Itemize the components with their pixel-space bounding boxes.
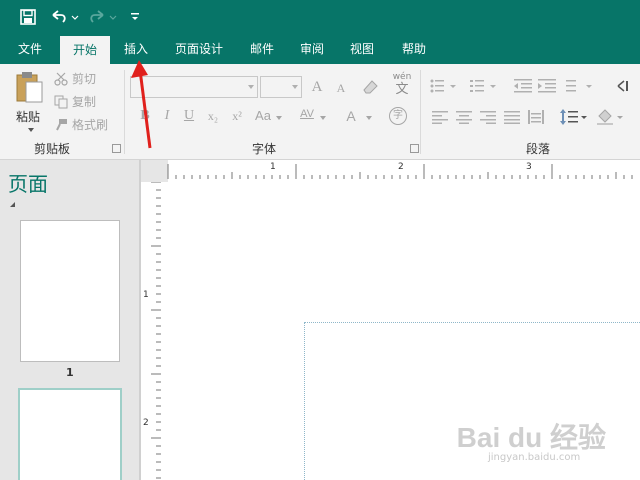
tab-review[interactable]: 审阅 — [292, 34, 332, 64]
paste-button[interactable]: 粘贴 — [14, 70, 48, 132]
sort-button[interactable] — [566, 78, 594, 97]
vertical-ruler[interactable]: 1 2 — [141, 181, 164, 480]
phonetic-guide-button[interactable]: wén 文 — [392, 72, 412, 98]
align-center-button[interactable] — [456, 110, 472, 127]
justify-icon — [504, 111, 520, 124]
save-icon[interactable] — [18, 7, 38, 27]
bullets-button[interactable] — [430, 78, 458, 97]
redo-icon[interactable] — [86, 7, 118, 27]
annotation-arrow-icon — [131, 60, 152, 149]
watermark-url: jingyan.baidu.com — [488, 452, 581, 463]
horizontal-ruler[interactable]: 1 2 3 — [164, 160, 640, 182]
font-group-label: 字体 — [252, 142, 277, 156]
align-center-icon — [456, 111, 472, 124]
font-size-combo[interactable] — [260, 76, 302, 98]
change-case-button[interactable]: Aa — [252, 106, 274, 126]
pages-panel: 页面 1 — [0, 160, 140, 480]
scissors-icon — [54, 72, 68, 86]
undo-icon[interactable] — [48, 7, 80, 27]
paragraph-group-label: 段落 — [526, 142, 551, 156]
tab-mailings[interactable]: 邮件 — [242, 34, 282, 64]
cut-button[interactable]: 剪切 — [54, 70, 96, 87]
margin-guide — [304, 322, 640, 480]
ruler-label: 2 — [143, 418, 149, 428]
format-painter-label: 格式刷 — [72, 118, 109, 132]
page-number-1: 1 — [66, 366, 74, 379]
enclose-char-button[interactable]: 字 — [389, 107, 407, 125]
numbered-list-icon — [470, 80, 496, 92]
page-thumbnail-1[interactable] — [20, 220, 120, 362]
title-bar — [0, 0, 640, 34]
page-thumbnail-2[interactable] — [18, 388, 122, 480]
format-painter-button[interactable]: 格式刷 — [54, 116, 108, 133]
shrink-font-button[interactable]: A — [332, 78, 350, 98]
numbering-button[interactable] — [470, 78, 498, 97]
paint-bucket-icon — [597, 109, 623, 125]
underline-button[interactable]: U — [180, 106, 198, 126]
ruler-label: 1 — [270, 162, 276, 172]
tab-file[interactable]: 文件 — [10, 34, 50, 64]
copy-button[interactable]: 复制 — [54, 93, 96, 110]
chevron-down-icon — [320, 116, 326, 120]
line-spacing-button[interactable] — [560, 108, 588, 129]
cut-label: 剪切 — [72, 72, 97, 86]
ribbon-tabs: 文件 开始 插入 页面设计 邮件 审阅 视图 帮助 — [0, 34, 640, 64]
paragraph-mark-icon — [617, 80, 628, 92]
indent-icon — [538, 79, 556, 93]
copy-icon — [54, 95, 68, 108]
decrease-indent-button[interactable] — [514, 78, 532, 97]
distribute-button[interactable] — [528, 108, 544, 129]
collapse-triangle-icon[interactable] — [10, 202, 15, 207]
distribute-icon — [528, 110, 544, 124]
shading-button[interactable] — [596, 108, 626, 129]
font-launcher-icon[interactable] — [410, 144, 419, 153]
grow-font-button[interactable]: A — [308, 77, 326, 97]
watermark: Bai du 经验 — [456, 422, 606, 453]
chevron-down-icon — [292, 85, 298, 89]
tab-view[interactable]: 视图 — [342, 34, 382, 64]
customize-qat-icon[interactable] — [128, 7, 142, 27]
align-right-button[interactable] — [480, 110, 496, 127]
superscript-button[interactable]: x² — [228, 106, 246, 126]
chevron-down-icon — [248, 85, 254, 89]
align-left-icon — [432, 111, 448, 124]
char-spacing-button[interactable]: AV — [296, 104, 318, 124]
ruler-label: 2 — [398, 162, 404, 172]
group-divider — [124, 70, 125, 154]
ruler-label: 1 — [143, 290, 149, 300]
justify-button[interactable] — [504, 110, 520, 127]
chevron-down-icon — [366, 116, 372, 120]
pages-panel-title: 页面 — [8, 172, 48, 196]
eraser-icon — [363, 80, 378, 94]
paste-label: 粘贴 — [16, 110, 41, 124]
sort-icon — [566, 80, 592, 92]
increase-indent-button[interactable] — [538, 78, 556, 97]
show-marks-button[interactable] — [616, 78, 636, 97]
clipboard-icon — [16, 72, 43, 103]
ruler-corner — [141, 160, 164, 182]
align-left-button[interactable] — [432, 110, 448, 127]
chevron-down-icon — [28, 128, 34, 132]
clipboard-launcher-icon[interactable] — [112, 144, 121, 153]
clear-formatting-button[interactable] — [360, 78, 380, 99]
line-spacing-icon — [560, 109, 587, 125]
ruler-label: 3 — [526, 162, 532, 172]
copy-label: 复制 — [72, 95, 97, 109]
phonetic-char: 文 — [395, 82, 409, 97]
font-color-button[interactable]: A — [342, 106, 360, 126]
subscript-button[interactable]: x₂ — [204, 106, 222, 126]
outdent-icon — [514, 79, 532, 93]
tab-page-design[interactable]: 页面设计 — [166, 34, 232, 64]
tab-home[interactable]: 开始 — [60, 36, 110, 64]
clipboard-group-label: 剪贴板 — [34, 142, 71, 156]
chevron-down-icon — [276, 116, 282, 120]
align-right-icon — [480, 111, 496, 124]
phonetic-pinyin: wén — [392, 72, 412, 82]
ribbon: 粘贴 剪切 复制 格式刷 剪贴板 A A wén 文 B I U x₂ x² A… — [0, 64, 640, 160]
format-painter-icon — [56, 118, 67, 130]
bullet-list-icon — [430, 79, 456, 93]
group-divider — [420, 70, 421, 154]
tab-help[interactable]: 帮助 — [392, 34, 436, 64]
